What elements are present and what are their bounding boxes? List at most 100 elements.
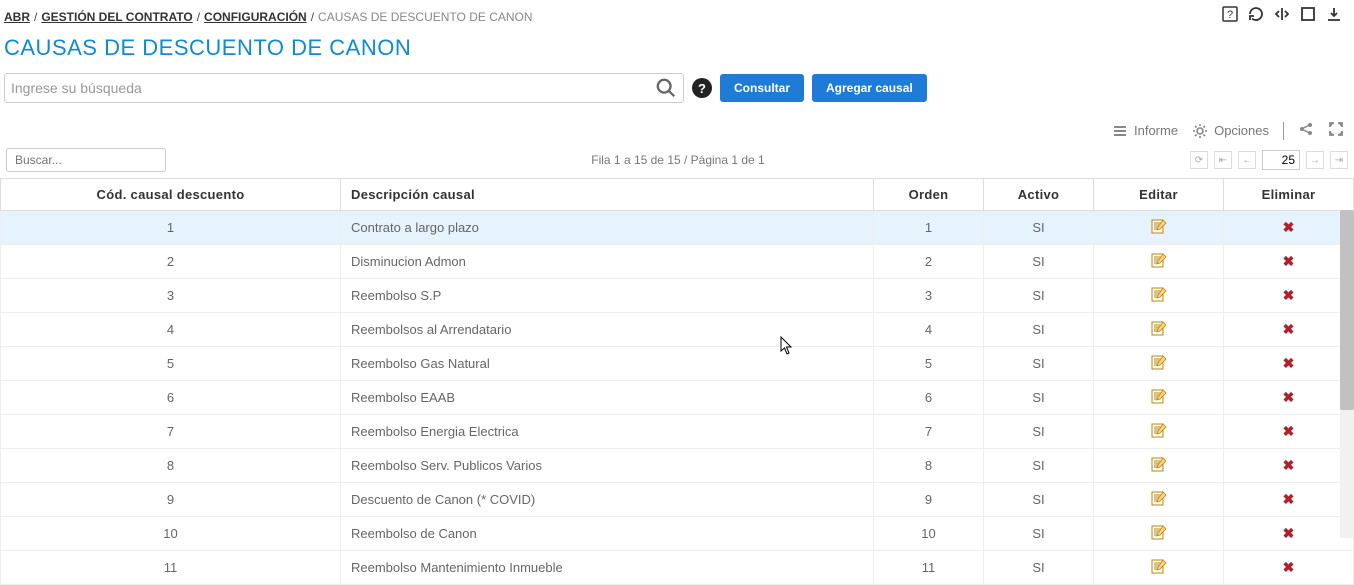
- table-row[interactable]: 2Disminucion Admon2SI✖: [1, 245, 1354, 279]
- cell-activo: SI: [984, 313, 1094, 347]
- cell-cod: 4: [1, 313, 341, 347]
- cell-desc: Reembolsos al Arrendatario: [341, 313, 874, 347]
- cell-cod: 6: [1, 381, 341, 415]
- cell-orden: 2: [874, 245, 984, 279]
- cell-desc: Reembolso S.P: [341, 279, 874, 313]
- cell-orden: 8: [874, 449, 984, 483]
- pager-next-icon[interactable]: →: [1306, 151, 1324, 169]
- table-row[interactable]: 11Reembolso Mantenimiento Inmueble11SI✖: [1, 551, 1354, 585]
- edit-icon[interactable]: [1151, 490, 1167, 506]
- delete-icon[interactable]: ✖: [1283, 457, 1295, 473]
- cell-orden: 5: [874, 347, 984, 381]
- edit-icon[interactable]: [1151, 558, 1167, 574]
- pager-prev-icon[interactable]: ←: [1238, 151, 1256, 169]
- fullscreen-icon[interactable]: [1328, 121, 1344, 140]
- cell-orden: 7: [874, 415, 984, 449]
- delete-icon[interactable]: ✖: [1283, 219, 1295, 235]
- edit-icon[interactable]: [1151, 388, 1167, 404]
- search-input[interactable]: [11, 80, 655, 96]
- table-row[interactable]: 10Reembolso de Canon10SI✖: [1, 517, 1354, 551]
- delete-icon[interactable]: ✖: [1283, 253, 1295, 269]
- cell-orden: 3: [874, 279, 984, 313]
- search-icon[interactable]: [655, 77, 677, 99]
- breadcrumb-link-config[interactable]: CONFIGURACIÓN: [204, 10, 307, 24]
- cell-cod: 3: [1, 279, 341, 313]
- delete-icon[interactable]: ✖: [1283, 525, 1295, 541]
- edit-icon[interactable]: [1151, 320, 1167, 336]
- grid-toolbar: Informe Opciones: [0, 111, 1354, 144]
- delete-icon[interactable]: ✖: [1283, 321, 1295, 337]
- grid-search-input[interactable]: [6, 148, 166, 172]
- svg-text:?: ?: [1227, 9, 1233, 21]
- cell-cod: 9: [1, 483, 341, 517]
- data-table: Cód. causal descuento Descripción causal…: [0, 178, 1354, 585]
- cell-desc: Reembolso Gas Natural: [341, 347, 874, 381]
- pager-first-icon[interactable]: ⇤: [1214, 151, 1232, 169]
- cell-orden: 6: [874, 381, 984, 415]
- edit-icon[interactable]: [1151, 456, 1167, 472]
- col-activo[interactable]: Activo: [984, 179, 1094, 211]
- page-size-input[interactable]: [1262, 150, 1300, 170]
- breadcrumb-link-abr[interactable]: ABR: [4, 10, 30, 24]
- breadcrumb-link-gestion[interactable]: GESTIÓN DEL CONTRATO: [41, 10, 192, 24]
- cell-activo: SI: [984, 347, 1094, 381]
- delete-icon[interactable]: ✖: [1283, 355, 1295, 371]
- table-row[interactable]: 3Reembolso S.P3SI✖: [1, 279, 1354, 313]
- cell-activo: SI: [984, 517, 1094, 551]
- cell-desc: Reembolso Energia Electrica: [341, 415, 874, 449]
- table-row[interactable]: 5Reembolso Gas Natural5SI✖: [1, 347, 1354, 381]
- cell-desc: Disminucion Admon: [341, 245, 874, 279]
- col-orden[interactable]: Orden: [874, 179, 984, 211]
- opciones-button[interactable]: Opciones: [1192, 123, 1269, 139]
- help-square-icon[interactable]: ?: [1222, 6, 1238, 27]
- edit-icon[interactable]: [1151, 252, 1167, 268]
- share-icon[interactable]: [1298, 121, 1314, 140]
- edit-icon[interactable]: [1151, 218, 1167, 234]
- delete-icon[interactable]: ✖: [1283, 491, 1295, 507]
- table-row[interactable]: 6Reembolso EAAB6SI✖: [1, 381, 1354, 415]
- table-row[interactable]: 1Contrato a largo plazo1SI✖: [1, 211, 1354, 245]
- cell-orden: 11: [874, 551, 984, 585]
- cell-activo: SI: [984, 279, 1094, 313]
- edit-icon[interactable]: [1151, 422, 1167, 438]
- delete-icon[interactable]: ✖: [1283, 423, 1295, 439]
- refresh-icon[interactable]: [1248, 6, 1264, 27]
- consultar-button[interactable]: Consultar: [720, 74, 804, 102]
- pager-refresh-icon[interactable]: ⟳: [1190, 151, 1208, 169]
- delete-icon[interactable]: ✖: [1283, 287, 1295, 303]
- cell-activo: SI: [984, 415, 1094, 449]
- download-icon[interactable]: [1326, 6, 1342, 27]
- cell-cod: 1: [1, 211, 341, 245]
- cell-desc: Contrato a largo plazo: [341, 211, 874, 245]
- cell-orden: 10: [874, 517, 984, 551]
- split-icon[interactable]: [1274, 6, 1290, 27]
- help-icon[interactable]: ?: [692, 78, 712, 98]
- cell-orden: 4: [874, 313, 984, 347]
- cell-cod: 5: [1, 347, 341, 381]
- cell-activo: SI: [984, 449, 1094, 483]
- col-eliminar[interactable]: Eliminar: [1224, 179, 1354, 211]
- col-desc[interactable]: Descripción causal: [341, 179, 874, 211]
- search-wrap: [4, 73, 684, 103]
- col-cod[interactable]: Cód. causal descuento: [1, 179, 341, 211]
- cell-cod: 7: [1, 415, 341, 449]
- agregar-causal-button[interactable]: Agregar causal: [812, 74, 927, 102]
- cell-desc: Reembolso de Canon: [341, 517, 874, 551]
- table-row[interactable]: 9Descuento de Canon (* COVID)9SI✖: [1, 483, 1354, 517]
- scrollbar[interactable]: [1340, 210, 1354, 538]
- breadcrumb: ABR / GESTIÓN DEL CONTRATO / CONFIGURACI…: [0, 0, 1354, 31]
- table-row[interactable]: 7Reembolso Energia Electrica7SI✖: [1, 415, 1354, 449]
- table-row[interactable]: 4Reembolsos al Arrendatario4SI✖: [1, 313, 1354, 347]
- delete-icon[interactable]: ✖: [1283, 559, 1295, 575]
- cell-activo: SI: [984, 245, 1094, 279]
- expand-icon[interactable]: [1300, 6, 1316, 27]
- edit-icon[interactable]: [1151, 286, 1167, 302]
- cell-cod: 2: [1, 245, 341, 279]
- table-row[interactable]: 8Reembolso Serv. Publicos Varios8SI✖: [1, 449, 1354, 483]
- col-editar[interactable]: Editar: [1094, 179, 1224, 211]
- edit-icon[interactable]: [1151, 354, 1167, 370]
- informe-button[interactable]: Informe: [1112, 123, 1178, 139]
- cell-orden: 1: [874, 211, 984, 245]
- delete-icon[interactable]: ✖: [1283, 389, 1295, 405]
- pager-last-icon[interactable]: ⇥: [1330, 151, 1348, 169]
